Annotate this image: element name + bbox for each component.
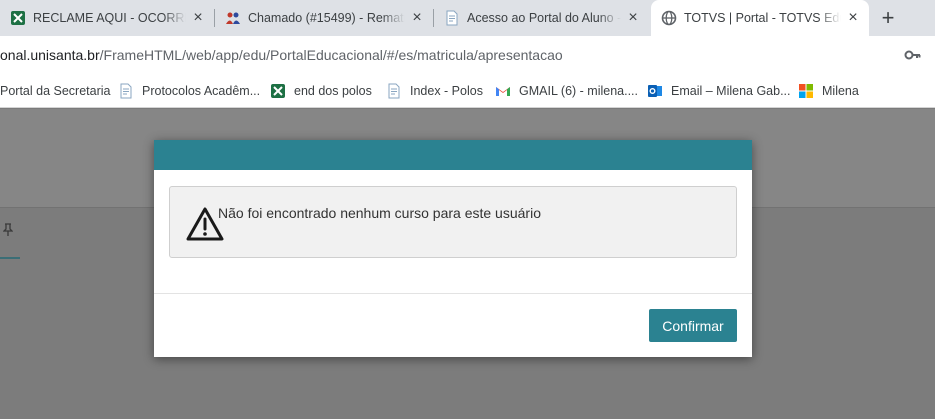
tab-chamado[interactable]: Chamado (#15499) - Rematrícula × bbox=[215, 0, 433, 36]
people-icon bbox=[225, 10, 241, 26]
bookmark-milena[interactable]: Milena bbox=[798, 82, 859, 100]
document-icon bbox=[386, 83, 402, 99]
modal-header bbox=[154, 140, 752, 170]
tab-reclame-aqui[interactable]: RECLAME AQUI - OCORRÊNCIAS × bbox=[0, 0, 214, 36]
url-path: /FrameHTML/web/app/edu/PortalEducacional… bbox=[99, 47, 563, 63]
url-host: onal.unisanta.br bbox=[0, 47, 100, 63]
bookmark-portal-secretaria[interactable]: Portal da Secretaria bbox=[0, 82, 110, 100]
key-icon[interactable] bbox=[904, 47, 922, 63]
bookmark-protocolos[interactable]: Protocolos Acadêm... bbox=[118, 82, 260, 100]
address-bar[interactable]: onal.unisanta.br/FrameHTML/web/app/edu/P… bbox=[0, 36, 935, 74]
excel-icon bbox=[10, 10, 26, 26]
alert-message: Não foi encontrado nenhum curso para est… bbox=[218, 205, 541, 221]
outlook-icon bbox=[647, 83, 663, 99]
alert-box: Não foi encontrado nenhum curso para est… bbox=[169, 186, 737, 258]
bookmark-label: Email – Milena Gab... bbox=[671, 84, 791, 98]
url-text[interactable]: onal.unisanta.br/FrameHTML/web/app/edu/P… bbox=[0, 47, 563, 63]
tab-title: Chamado (#15499) - Rematrícula bbox=[248, 11, 405, 25]
bookmark-index-polos[interactable]: Index - Polos bbox=[386, 82, 483, 100]
bookmark-label: end dos polos bbox=[294, 84, 372, 98]
excel-icon bbox=[270, 83, 286, 99]
document-icon bbox=[444, 10, 460, 26]
bookmarks-bar: Portal da Secretaria Protocolos Acadêm..… bbox=[0, 74, 935, 108]
close-icon[interactable]: × bbox=[190, 10, 206, 26]
bookmark-label: GMAIL (6) - milena.... bbox=[519, 84, 639, 98]
tab-underline bbox=[0, 257, 20, 259]
bookmark-gmail[interactable]: GMAIL (6) - milena.... bbox=[495, 82, 638, 100]
gmail-icon bbox=[495, 83, 511, 99]
confirm-button[interactable]: Confirmar bbox=[649, 309, 737, 342]
bookmark-label: Milena bbox=[822, 84, 859, 98]
new-tab-button[interactable]: + bbox=[878, 7, 898, 29]
close-icon[interactable]: × bbox=[845, 10, 861, 26]
bookmark-label: Index - Polos bbox=[410, 84, 483, 98]
globe-icon bbox=[661, 10, 677, 26]
close-icon[interactable]: × bbox=[625, 10, 641, 26]
bookmark-email-outlook[interactable]: Email – Milena Gab... bbox=[647, 82, 791, 100]
bookmark-end-polos[interactable]: end dos polos bbox=[270, 82, 372, 100]
tab-title: RECLAME AQUI - OCORRÊNCIAS bbox=[33, 11, 186, 25]
microsoft-icon bbox=[798, 83, 814, 99]
tab-strip: RECLAME AQUI - OCORRÊNCIAS × Chamado (#1… bbox=[0, 0, 935, 36]
tab-title: Acesso ao Portal do Aluno - Acesso bbox=[467, 11, 621, 25]
tab-totvs-active[interactable]: TOTVS | Portal - TOTVS Educacional × bbox=[651, 0, 869, 36]
bookmark-label: Portal da Secretaria bbox=[0, 84, 111, 98]
bookmark-label: Protocolos Acadêm... bbox=[142, 84, 261, 98]
tab-acesso-portal[interactable]: Acesso ao Portal do Aluno - Acesso × bbox=[434, 0, 649, 36]
pin-icon bbox=[2, 223, 14, 240]
close-icon[interactable]: × bbox=[409, 10, 425, 26]
alert-modal: Não foi encontrado nenhum curso para est… bbox=[154, 140, 752, 357]
document-icon bbox=[118, 83, 134, 99]
modal-divider bbox=[154, 293, 752, 294]
tab-title: TOTVS | Portal - TOTVS Educacional bbox=[684, 11, 841, 25]
